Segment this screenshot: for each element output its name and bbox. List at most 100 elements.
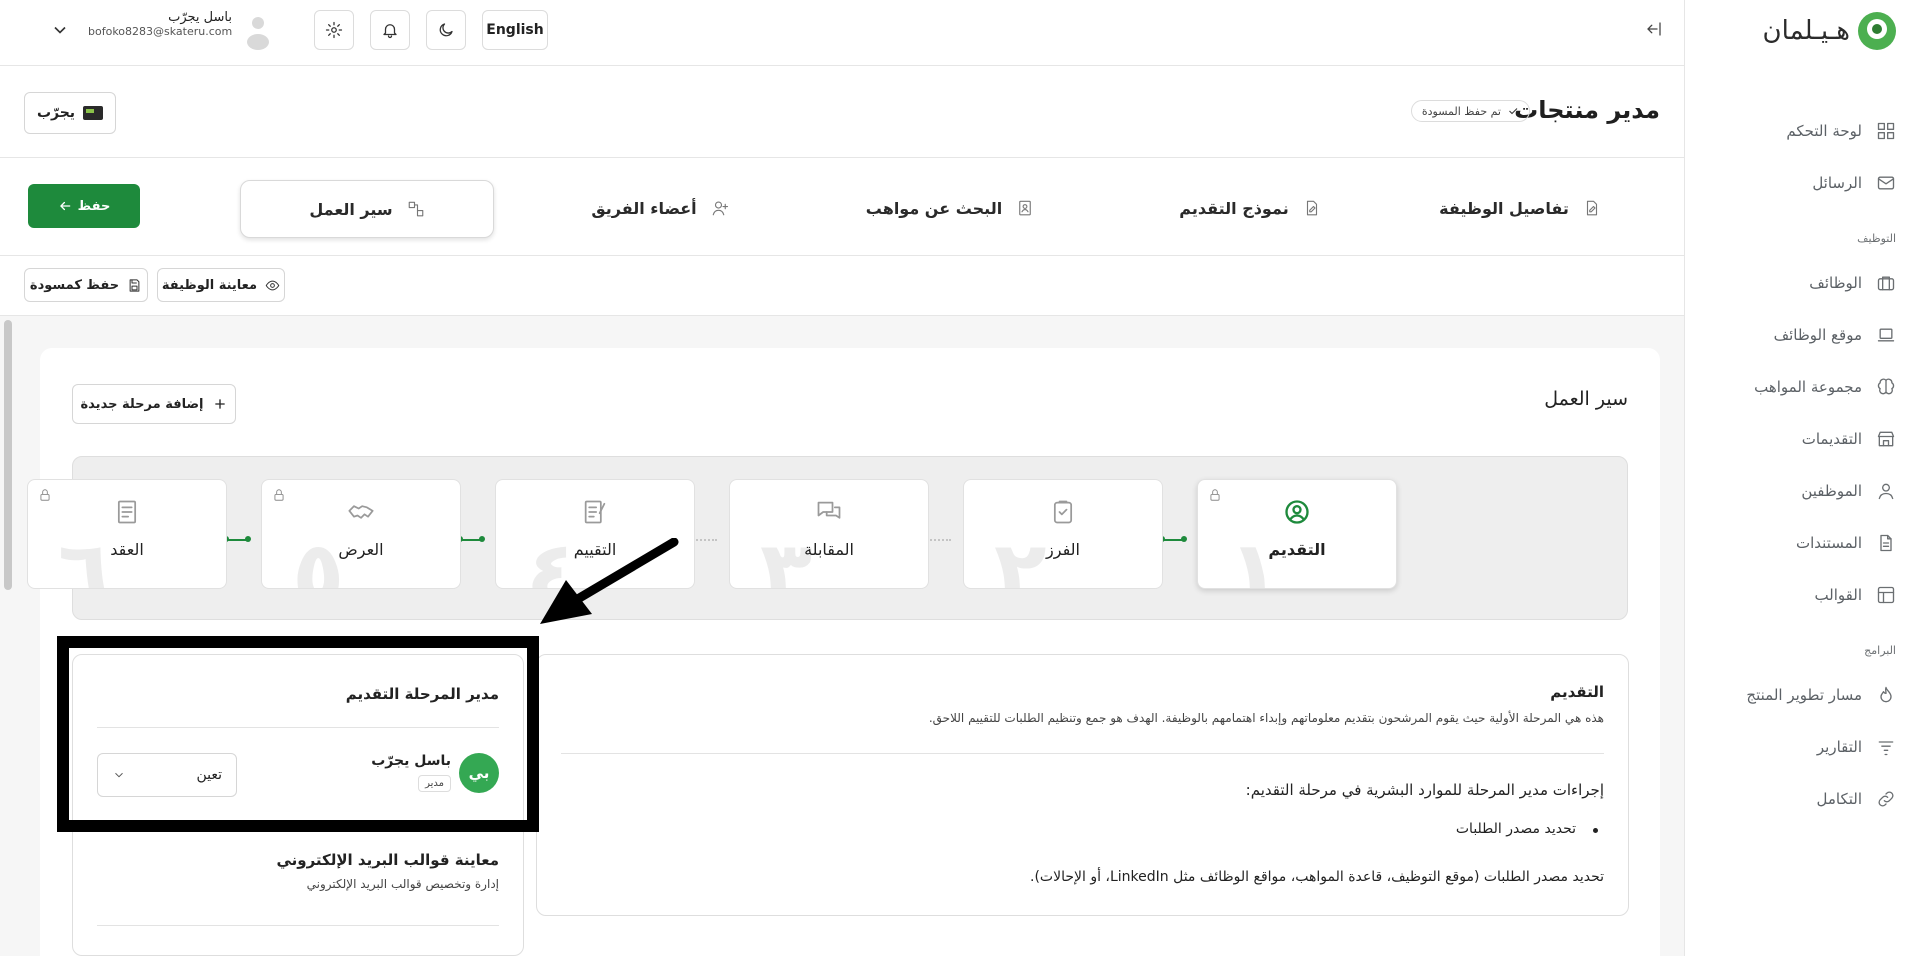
- sidebar-item-applications[interactable]: التقديمات: [1802, 424, 1896, 454]
- email-templates-title: معاينة قوالب البريد الإلكتروني: [276, 851, 499, 869]
- store-icon: [1876, 429, 1896, 449]
- sidebar-item-talent-pool[interactable]: مجموعة المواهب: [1754, 372, 1896, 402]
- stage-card-screening[interactable]: ٢ الفرز: [963, 479, 1163, 589]
- preview-job-button[interactable]: معاينة الوظيفة: [157, 268, 285, 302]
- notifications-button[interactable]: [370, 10, 410, 50]
- theme-toggle-button[interactable]: [426, 10, 466, 50]
- sidebar-item-reports[interactable]: التقارير: [1817, 732, 1896, 762]
- arrow-left-icon: [58, 199, 72, 213]
- tab-label: البحث عن مواهب: [865, 198, 1003, 218]
- eye-icon: [265, 278, 280, 293]
- settings-button[interactable]: [314, 10, 354, 50]
- floppy-icon: [127, 278, 142, 293]
- sidebar-item-jobs-site[interactable]: موقع الوظائف: [1774, 320, 1896, 350]
- stage-action-bullet: تحديد مصدر الطلبات: [1455, 821, 1599, 837]
- sidebar-item-label: المستندات: [1795, 534, 1862, 552]
- brand-name: هـيـلمان: [1762, 16, 1850, 46]
- clipboard-icon: [1049, 498, 1077, 526]
- dashboard-icon: [1876, 121, 1896, 141]
- add-stage-button[interactable]: إضافة مرحلة جديدة: [72, 384, 236, 424]
- save-button-label: حفظ: [77, 198, 111, 214]
- stage-connector: [457, 536, 485, 542]
- workflow-icon: [407, 200, 425, 218]
- test-button-label: يجرّب: [36, 105, 76, 121]
- moon-icon: [437, 21, 455, 39]
- stage-detail-description: هذه هي المرحلة الأولية حيث يقوم المرشحون…: [928, 711, 1604, 725]
- user-menu-chevron-icon[interactable]: [50, 20, 70, 40]
- stage-card-interview[interactable]: ٣ المقابلة: [729, 479, 929, 589]
- scrollbar[interactable]: [4, 320, 12, 590]
- stage-actions-title: إجراءات مدير المرحلة للموارد البشرية في …: [1245, 781, 1604, 799]
- sidebar-item-label: مجموعة المواهب: [1754, 378, 1862, 396]
- sidebar-item-label: التقديمات: [1801, 430, 1862, 448]
- sidebar-item-jobs[interactable]: الوظائف: [1809, 268, 1896, 298]
- stage-number: ٦: [58, 523, 111, 589]
- sidebar-item-label: التقارير: [1816, 738, 1862, 756]
- add-stage-label: إضافة مرحلة جديدة: [80, 396, 204, 412]
- stage-connector: [693, 539, 717, 541]
- bell-icon: [381, 21, 399, 39]
- test-flag-icon: [83, 106, 104, 120]
- filter-icon: [1876, 737, 1896, 757]
- tab-label: سير العمل: [309, 199, 393, 219]
- brain-icon: [1876, 377, 1896, 397]
- save-button[interactable]: حفظ: [28, 184, 140, 228]
- laptop-icon: [1876, 325, 1896, 345]
- stage-connector: [223, 536, 251, 542]
- brand-logo[interactable]: هـيـلمان: [1763, 12, 1896, 50]
- preview-button-label: معاينة الوظيفة: [161, 277, 258, 293]
- sidebar-item-employees[interactable]: الموظفين: [1801, 476, 1896, 506]
- stage-number: ٢: [994, 523, 1047, 589]
- contract-document-icon: [113, 498, 141, 526]
- sidebar-item-label: القوالب: [1814, 586, 1862, 604]
- sidebar-item-product-path[interactable]: مسار تطوير المنتج: [1746, 680, 1896, 710]
- stage-detail-title: التقديم: [1550, 683, 1604, 701]
- sidebar-item-messages[interactable]: الرسائل: [1812, 168, 1896, 198]
- page-title: مدير منتجات: [1514, 96, 1660, 124]
- tab-talent-search[interactable]: البحث عن مواهب: [850, 180, 1050, 236]
- test-button[interactable]: يجرّب: [24, 92, 116, 134]
- sidebar-item-integration[interactable]: التكامل: [1816, 784, 1896, 814]
- save-draft-button[interactable]: حفظ كمسودة: [24, 268, 148, 302]
- sidebar-section-programs: البرامج: [1864, 644, 1896, 657]
- tab-team-members[interactable]: أعضاء الفريق: [580, 180, 740, 236]
- stage-label: الفرز: [1046, 540, 1080, 559]
- sidebar-item-label: التكامل: [1816, 790, 1862, 808]
- stage-card-contract[interactable]: ٦ العقد: [27, 479, 227, 589]
- annotation-highlight-box: [57, 636, 539, 832]
- stage-card-offer[interactable]: ٥ العرض: [261, 479, 461, 589]
- stages-strip: ١ التقديم ٢ الفرز ٣ المقابلة ٤ التقييم ٥…: [27, 456, 1628, 620]
- user-info[interactable]: باسل يجرّب bofoko8283@skateru.com: [88, 10, 232, 38]
- tab-job-details[interactable]: تفاصيل الوظيفة: [1420, 180, 1620, 236]
- template-icon: [1876, 585, 1896, 605]
- divider: [97, 925, 499, 926]
- stage-number: ٣: [760, 523, 813, 589]
- user-avatar-icon[interactable]: [246, 14, 270, 50]
- divider: [561, 753, 1604, 754]
- collapse-sidebar-icon[interactable]: [1645, 20, 1663, 38]
- language-button[interactable]: English: [482, 10, 548, 50]
- check-icon: [1507, 105, 1519, 117]
- notebook-pen-icon: [581, 498, 609, 526]
- stage-number: ٥: [292, 523, 345, 589]
- stage-label: التقديم: [1268, 540, 1326, 559]
- tab-label: أعضاء الفريق: [591, 198, 697, 218]
- sidebar-item-dashboard[interactable]: لوحة التحكم: [1786, 116, 1896, 146]
- draft-status-text: تم حفظ المسودة: [1421, 104, 1501, 118]
- sidebar-item-templates[interactable]: القوالب: [1814, 580, 1896, 610]
- flame-icon: [1876, 685, 1896, 705]
- user-plus-icon: [711, 199, 729, 217]
- gear-icon: [325, 21, 343, 39]
- tab-label: تفاصيل الوظيفة: [1439, 198, 1569, 218]
- plus-icon: [212, 396, 228, 412]
- document-icon: [1876, 533, 1896, 553]
- sidebar-item-documents[interactable]: المستندات: [1796, 528, 1896, 558]
- annotation-arrow-icon: [540, 538, 680, 628]
- tab-workflow[interactable]: سير العمل: [240, 180, 494, 238]
- tab-application-form[interactable]: نموذج التقديم: [1150, 180, 1350, 236]
- stage-card-application[interactable]: ١ التقديم: [1197, 479, 1397, 589]
- file-edit-icon: [1583, 199, 1601, 217]
- sidebar-item-label: موقع الوظائف: [1773, 326, 1862, 344]
- mail-icon: [1876, 173, 1896, 193]
- sidebar-item-label: الوظائف: [1809, 274, 1862, 292]
